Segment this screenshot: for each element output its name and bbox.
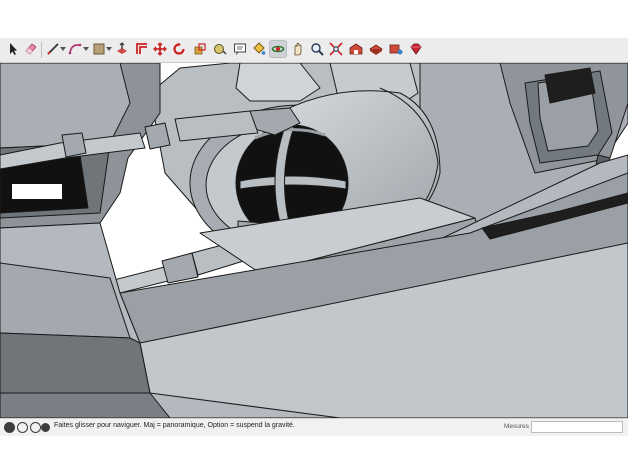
zoom-icon[interactable]: [308, 40, 326, 58]
sketchup-window: Faites glisser pour naviguer. Maj = pano…: [0, 0, 628, 472]
measures-input[interactable]: [531, 421, 623, 433]
measures-label: Mesures: [504, 423, 529, 430]
scale-icon[interactable]: [191, 40, 209, 58]
orbit-icon[interactable]: [269, 40, 287, 58]
tape-measure-icon[interactable]: [211, 40, 229, 58]
extension-warehouse-icon[interactable]: [387, 40, 405, 58]
eraser-icon[interactable]: [22, 40, 40, 58]
share-model-icon[interactable]: [367, 40, 385, 58]
arc-icon[interactable]: [66, 40, 84, 58]
instructor-icon[interactable]: [41, 423, 50, 432]
zoom-extents-icon[interactable]: [327, 40, 345, 58]
main-toolbar: [0, 38, 628, 63]
user-account-icon[interactable]: [30, 422, 41, 433]
rotate-icon[interactable]: [170, 40, 188, 58]
pan-icon[interactable]: [289, 40, 307, 58]
status-message: Faites glisser pour naviguer. Maj = pano…: [54, 422, 295, 429]
ruby-icon[interactable]: [407, 40, 425, 58]
status-bar: Faites glisser pour naviguer. Maj = pano…: [0, 418, 628, 436]
offset-icon[interactable]: [133, 40, 151, 58]
text-icon[interactable]: [231, 40, 249, 58]
warehouse-icon[interactable]: [347, 40, 365, 58]
select-icon[interactable]: [4, 40, 22, 58]
arc-dropdown-caret[interactable]: [83, 47, 89, 51]
toolbar-separator: [41, 42, 42, 58]
shape-dropdown-caret[interactable]: [106, 47, 112, 51]
geolocation-icon[interactable]: [4, 422, 15, 433]
push-pull-icon[interactable]: [113, 40, 131, 58]
paint-bucket-icon[interactable]: [250, 40, 268, 58]
white-label-plate: [12, 184, 62, 199]
credits-icon[interactable]: [17, 422, 28, 433]
model-render: [0, 63, 628, 418]
move-icon[interactable]: [151, 40, 169, 58]
model-viewport[interactable]: [0, 63, 628, 418]
